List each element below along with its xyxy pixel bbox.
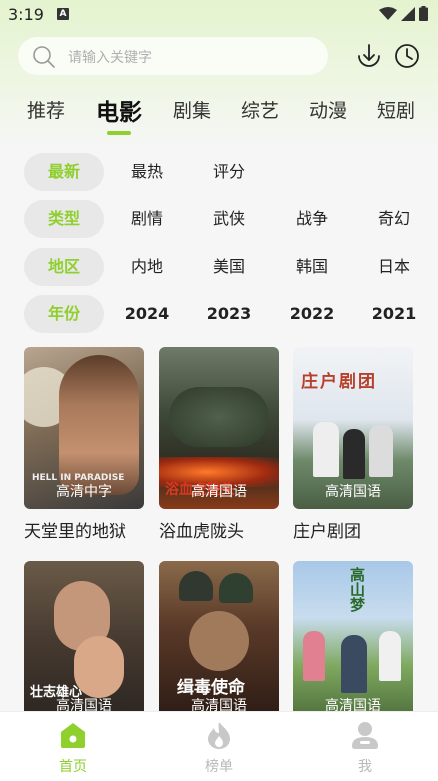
movie-poster: 浴血虎陇头 高清国语	[159, 347, 279, 509]
history-icon[interactable]	[393, 42, 421, 70]
home-icon	[61, 723, 85, 748]
status-bar: 3:19 A	[0, 0, 438, 30]
download-icon[interactable]	[355, 42, 383, 70]
movie-poster: HELL IN PARADISE 高清中字	[24, 347, 144, 509]
filter-row-sort: 最新 最热 评分	[0, 153, 438, 191]
filter-option[interactable]: 2022	[282, 295, 342, 333]
poster-title-art: 高山梦	[348, 567, 366, 612]
filter-option[interactable]: 日本	[364, 248, 424, 286]
status-time: 3:19	[8, 5, 44, 24]
tab-short-drama[interactable]: 短剧	[377, 96, 415, 123]
filter-option[interactable]: 最热	[117, 153, 177, 191]
user-icon	[352, 722, 378, 749]
bottom-nav: 首页 榜单 我	[0, 711, 438, 781]
filter-option[interactable]: 2024	[117, 295, 177, 333]
quality-badge: 高清国语	[325, 484, 381, 500]
notification-icon: A	[57, 8, 69, 20]
filter-option[interactable]: 剧情	[117, 200, 177, 238]
filter-option[interactable]: 美国	[199, 248, 259, 286]
movie-poster: 庄户剧团 高清国语	[293, 347, 413, 509]
filter-option[interactable]: 奇幻	[364, 200, 424, 238]
quality-badge: 高清国语	[191, 484, 247, 500]
filter-option[interactable]: 2021	[364, 295, 424, 333]
filter-chip-region[interactable]: 地区	[24, 248, 104, 286]
nav-item-rank[interactable]: 榜单	[179, 720, 259, 776]
tab-anime[interactable]: 动漫	[309, 96, 347, 123]
poster-title-art: 庄户剧团	[301, 372, 377, 392]
signal-icon	[401, 6, 415, 21]
nav-label: 首页	[59, 759, 87, 775]
nav-item-home[interactable]: 首页	[33, 720, 113, 776]
category-tabs: 推荐 电影 剧集 综艺 动漫 短剧	[0, 92, 438, 132]
battery-icon	[419, 6, 428, 21]
filter-chip-genre[interactable]: 类型	[24, 200, 104, 238]
movie-title: 浴血虎陇头	[159, 522, 244, 542]
search-placeholder: 请输入关键字	[68, 50, 152, 66]
filter-row-genre: 类型 剧情 武侠 战争 奇幻	[0, 200, 438, 238]
wifi-icon	[379, 6, 397, 20]
tab-recommend[interactable]: 推荐	[27, 96, 65, 123]
filter-option[interactable]: 武侠	[199, 200, 259, 238]
nav-item-me[interactable]: 我	[325, 720, 405, 776]
movie-poster: 缉毒使命 高清国语	[159, 561, 279, 723]
tab-variety[interactable]: 综艺	[241, 96, 279, 123]
tab-movies[interactable]: 电影	[96, 93, 142, 127]
filter-option[interactable]: 评分	[199, 153, 259, 191]
movie-poster: 高山梦 高清国语	[293, 561, 413, 723]
quality-badge: 高清中字	[56, 484, 112, 500]
filter-option[interactable]: 2023	[199, 295, 259, 333]
filter-row-year: 年份 2024 2023 2022 2021	[0, 295, 438, 333]
filter-row-region: 地区 内地 美国 韩国 日本	[0, 248, 438, 286]
filter-option[interactable]: 战争	[282, 200, 342, 238]
search-icon	[33, 46, 55, 68]
fire-icon	[208, 722, 230, 749]
filter-option[interactable]: 内地	[117, 248, 177, 286]
nav-label: 榜单	[205, 759, 233, 775]
nav-label: 我	[358, 759, 372, 775]
filter-chip-latest[interactable]: 最新	[24, 153, 104, 191]
active-tab-indicator	[107, 131, 131, 135]
movie-title: 天堂里的地狱	[24, 522, 126, 542]
tab-series[interactable]: 剧集	[173, 96, 211, 123]
movie-poster: 壮志雄心 高清国语	[24, 561, 144, 723]
movie-title: 庄户剧团	[293, 522, 361, 542]
filter-chip-year[interactable]: 年份	[24, 295, 104, 333]
filter-option[interactable]: 韩国	[282, 248, 342, 286]
search-input[interactable]: 请输入关键字	[18, 37, 328, 75]
